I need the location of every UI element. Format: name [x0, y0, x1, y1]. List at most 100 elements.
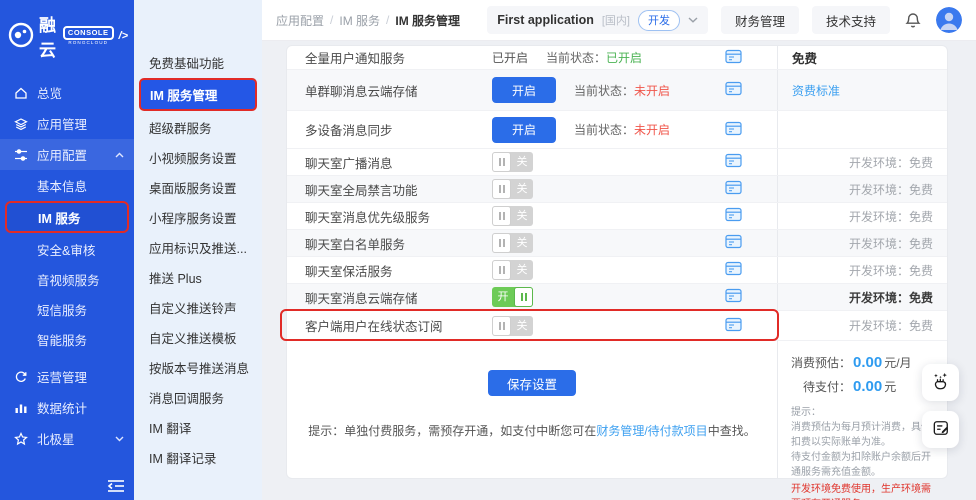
payment-hint: 提示：单独付费服务，需预存开通，如支付中断您可在财务管理/待付款项目中查找。	[308, 424, 756, 438]
card-footer: 保存设置 提示：单独付费服务，需预存开通，如支付中断您可在财务管理/待付款项目中…	[287, 341, 947, 500]
sidebar-item-operations[interactable]: 运营管理	[0, 361, 134, 392]
sidebar-item-statistics[interactable]: 数据统计	[0, 392, 134, 423]
feedback-form-button[interactable]	[922, 411, 959, 448]
chevron-down-icon	[688, 17, 698, 23]
table-row: 聊天室广播消息 关 开发环境：免费	[287, 149, 947, 176]
env-pill: 开发	[637, 9, 680, 31]
pending-payment-link[interactable]: 待付款项目	[648, 424, 708, 438]
user-avatar[interactable]	[936, 7, 962, 33]
brand-name: 融云	[39, 16, 57, 60]
table-row: 聊天室消息优先级服务 关 开发环境：免费	[287, 203, 947, 230]
submenu-item-super-group[interactable]: 超级群服务	[134, 112, 262, 142]
app-region: [国内]	[601, 15, 630, 27]
billing-calendar-icon[interactable]	[725, 234, 742, 252]
env-warning: 开发环境免费使用，生产环境需要预存开通服务	[791, 484, 931, 500]
billing-summary: 消费预估： 0.00 元/月 待支付： 0.00 元 提示： 消费预估为每月预计消费，具…	[777, 341, 947, 500]
service-toggle-off[interactable]: 关	[492, 315, 533, 336]
sliders-icon	[14, 148, 28, 162]
app-name: First application	[497, 13, 594, 27]
billing-calendar-icon[interactable]	[725, 121, 742, 139]
code-glyph: />	[118, 30, 128, 42]
finance-management-link[interactable]: 财务管理	[596, 424, 644, 438]
billing-calendar-icon[interactable]	[725, 49, 742, 67]
main-area: 应用配置 / IM 服务 / IM 服务管理 First application…	[262, 0, 976, 500]
enable-button[interactable]: 开启	[492, 77, 556, 103]
service-toggle-off[interactable]: 关	[492, 260, 533, 280]
service-toggle-off[interactable]: 关	[492, 179, 533, 199]
submenu-item-custom-ringtone[interactable]: 自定义推送铃声	[134, 292, 262, 322]
enable-button[interactable]: 开启	[492, 116, 556, 143]
star-icon	[14, 431, 28, 446]
sidebar-collapse-icon[interactable]	[107, 479, 125, 493]
submenu-item-custom-template[interactable]: 自定义推送模板	[134, 322, 262, 352]
submenu-item-free-basics[interactable]: 免费基础功能	[134, 47, 262, 77]
billing-calendar-icon[interactable]	[725, 180, 742, 198]
billing-calendar-icon[interactable]	[725, 207, 742, 225]
service-toggle-on[interactable]: 开	[492, 287, 533, 307]
console-badge: CONSOLE RONGCLOUD	[62, 26, 114, 45]
submenu-item-im-translation[interactable]: IM 翻译	[134, 412, 262, 442]
status-badge: 已开启	[606, 51, 643, 65]
service-settings-card: 全量用户通知服务 已开启 当前状态：已开启 免费 单群聊消息云端存储 开启 当前…	[280, 45, 948, 500]
submenu-item-miniprogram[interactable]: 小程序服务设置	[134, 202, 262, 232]
sync-icon	[14, 370, 28, 384]
chevron-up-icon	[115, 152, 124, 158]
billing-calendar-icon[interactable]	[725, 153, 742, 171]
billing-calendar-icon[interactable]	[725, 288, 742, 306]
breadcrumb-app-config[interactable]: 应用配置	[276, 12, 324, 29]
table-row: 聊天室白名单服务 关 开发环境：免费	[287, 230, 947, 257]
nav-tech-support[interactable]: 技术支持	[811, 6, 890, 34]
table-row: 聊天室消息云端存储 开 开发环境：免费	[287, 284, 947, 311]
breadcrumb-current: IM 服务管理	[395, 13, 461, 28]
submenu-item-im-service-management[interactable]: IM 服务管理	[139, 78, 257, 111]
status-text: 已开启	[492, 51, 529, 65]
notification-bell-icon[interactable]	[903, 10, 923, 31]
feedback-survey-button[interactable]	[922, 364, 959, 401]
billing-calendar-icon[interactable]	[725, 261, 742, 279]
estimate-amount: 0.00	[853, 354, 883, 371]
sidebar-item-sms-service[interactable]: 短信服务	[0, 294, 134, 324]
brand-logo[interactable]: 融云 CONSOLE RONGCLOUD />	[0, 0, 134, 71]
table-row: 聊天室保活服务 关 开发环境：免费	[287, 257, 947, 284]
table-row: 聊天室全局禁言功能 关 开发环境：免费	[287, 176, 947, 203]
breadcrumb-im-service[interactable]: IM 服务	[339, 12, 380, 29]
layers-icon	[14, 117, 28, 131]
sidebar-item-ai-service[interactable]: 智能服务	[0, 324, 134, 354]
submenu-item-im-translation-log[interactable]: IM 翻译记录	[134, 442, 262, 472]
submenu-item-push-by-version[interactable]: 按版本号推送消息	[134, 352, 262, 382]
table-row: 多设备消息同步 开启 当前状态：未开启	[287, 111, 947, 149]
submenu-item-app-id-push[interactable]: 应用标识及推送...	[134, 232, 262, 262]
billing-calendar-icon[interactable]	[725, 81, 742, 99]
service-toggle-off[interactable]: 关	[492, 233, 533, 253]
billing-notes: 提示： 消费预估为每月预计消费，具体扣费以实际账单为准。 待支付金额为扣除账户余…	[791, 405, 934, 500]
top-header: 应用配置 / IM 服务 / IM 服务管理 First application…	[262, 0, 976, 40]
price-label: 开发环境：免费	[848, 155, 933, 170]
pricing-standard-link[interactable]: 资费标准	[778, 82, 840, 99]
sidebar-item-rtc-service[interactable]: 音视频服务	[0, 264, 134, 294]
sidebar-item-north-star[interactable]: 北极星	[0, 423, 134, 454]
sidebar-item-security-audit[interactable]: 安全&审核	[0, 234, 134, 264]
service-toggle-off[interactable]: 关	[492, 152, 533, 172]
secondary-sidebar: 免费基础功能 IM 服务管理 超级群服务 小视频服务设置 桌面版服务设置 小程序…	[134, 0, 262, 500]
sidebar-item-basic-info[interactable]: 基本信息	[0, 170, 134, 200]
sidebar-item-app-management[interactable]: 应用管理	[0, 108, 134, 139]
sidebar-item-app-config[interactable]: 应用配置	[0, 139, 134, 170]
submenu-item-short-video[interactable]: 小视频服务设置	[134, 142, 262, 172]
price-label: 开发环境：免费	[848, 290, 933, 305]
status-badge: 未开启	[634, 83, 671, 98]
sidebar-item-overview[interactable]: 总览	[0, 77, 134, 108]
sidebar-item-im-service[interactable]: IM 服务	[5, 201, 129, 233]
save-settings-button[interactable]: 保存设置	[488, 370, 576, 396]
status-badge: 未开启	[634, 123, 671, 137]
service-toggle-off[interactable]: 关	[492, 206, 533, 226]
billing-calendar-icon[interactable]	[725, 317, 742, 335]
price-label: 开发环境：免费	[848, 319, 933, 333]
submenu-item-push-plus[interactable]: 推送 Plus	[134, 262, 262, 292]
submenu-item-message-callback[interactable]: 消息回调服务	[134, 382, 262, 412]
app-switcher[interactable]: First application [国内] 开发	[487, 6, 708, 34]
bar-chart-icon	[14, 401, 28, 415]
table-row-highlighted: 客户端用户在线状态订阅 关 开发环境：免费	[280, 309, 947, 341]
pending-amount: 0.00	[853, 378, 883, 395]
nav-finance-management[interactable]: 财务管理	[720, 6, 799, 34]
submenu-item-desktop[interactable]: 桌面版服务设置	[134, 172, 262, 202]
